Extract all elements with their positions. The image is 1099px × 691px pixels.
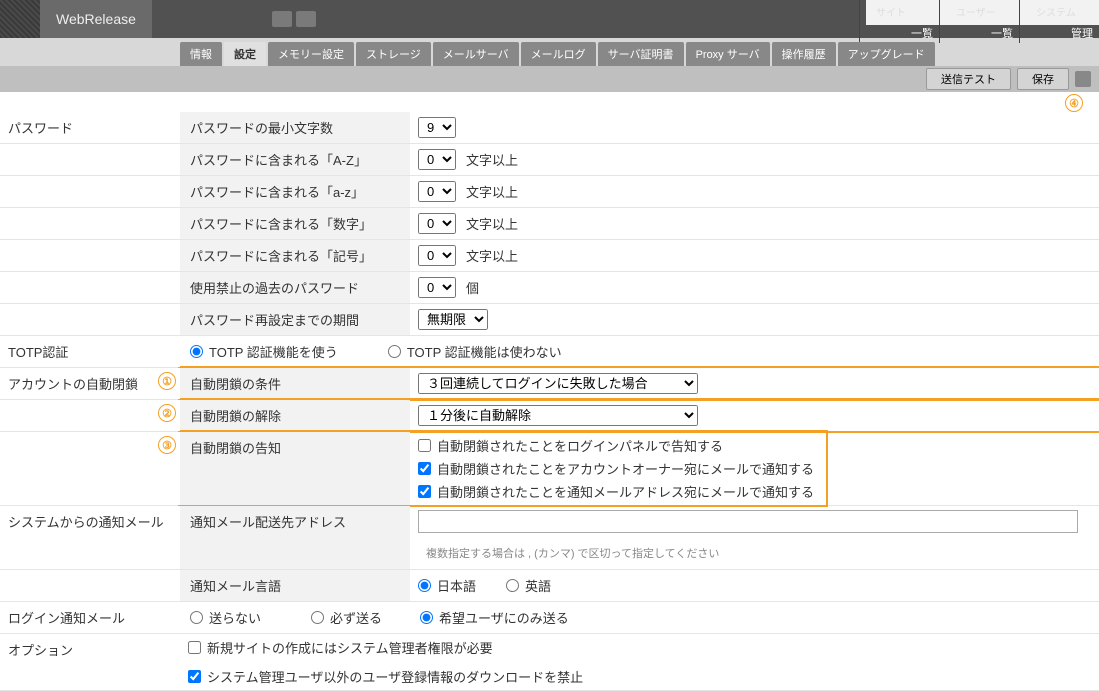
section-sysmail: システムからの通知メール (0, 506, 180, 569)
send-test-button[interactable]: 送信テスト (926, 68, 1011, 90)
tab-5[interactable]: メールログ (521, 42, 596, 66)
top-right: サイト 一覧 ユーザー 一覧 システム 管理 (859, 0, 1099, 43)
check-notify-panel[interactable]: 自動閉鎖されたことをログインパネルで告知する (418, 436, 814, 455)
radio-login-pref[interactable]: 希望ユーザにのみ送る (420, 608, 569, 627)
topmenu-site[interactable]: サイト 一覧 (859, 0, 939, 43)
label-lock-notify: 自動閉鎖の告知 (180, 432, 410, 505)
logo-icon (0, 0, 40, 38)
marker-4: ④ (1065, 94, 1083, 112)
save-icon[interactable] (1075, 71, 1091, 87)
save-button[interactable]: 保存 (1017, 68, 1069, 90)
select-upper[interactable]: 0 (418, 149, 456, 170)
tab-9[interactable]: アップグレード (838, 42, 935, 66)
section-password: パスワード (0, 112, 180, 143)
topmenu-site-link[interactable]: 一覧 (866, 25, 933, 41)
nav-back-icon[interactable] (272, 11, 292, 27)
tab-4[interactable]: メールサーバ (433, 42, 519, 66)
suffix-chars: 文字以上 (466, 150, 518, 169)
check-opt1[interactable]: 新規サイトの作成にはシステム管理者権限が必要 (188, 638, 493, 657)
radio-login-always[interactable]: 必ず送る (311, 608, 382, 627)
select-reset[interactable]: 無期限 (418, 309, 488, 330)
brand: WebRelease (40, 0, 152, 38)
check-opt2[interactable]: システム管理ユーザ以外のユーザ登録情報のダウンロードを禁止 (188, 667, 583, 686)
label-lower: パスワードに含まれる「a-z」 (180, 176, 410, 207)
toolbar: 送信テスト 保存 (0, 66, 1099, 92)
label-sysmail-addr: 通知メール配送先アドレス (180, 506, 410, 569)
tab-1[interactable]: 設定 (224, 42, 266, 66)
topmenu-system-label: システム (1026, 0, 1099, 25)
select-lock-unlock[interactable]: １分後に自動解除 (418, 405, 698, 426)
label-lock-unlock: 自動閉鎖の解除 (180, 400, 410, 431)
topmenu-user[interactable]: ユーザー 一覧 (939, 0, 1019, 43)
input-sysmail-addr[interactable] (418, 510, 1078, 533)
label-reset: パスワード再設定までの期間 (180, 304, 410, 335)
select-lower[interactable]: 0 (418, 181, 456, 202)
marker-3: ③ (158, 436, 176, 454)
check-notify-addr[interactable]: 自動閉鎖されたことを通知メールアドレス宛にメールで通知する (418, 482, 814, 501)
hint-sysmail: 複数指定する場合は , (カンマ) で区切って指定してください (418, 543, 727, 565)
radio-lang-ja[interactable]: 日本語 (418, 576, 476, 595)
marker-1: ① (158, 372, 176, 390)
label-sysmail-lang: 通知メール言語 (180, 570, 410, 601)
label-digit: パスワードに含まれる「数字」 (180, 208, 410, 239)
section-totp: TOTP認証 (0, 336, 180, 367)
select-digit[interactable]: 0 (418, 213, 456, 234)
tab-2[interactable]: メモリー設定 (268, 42, 354, 66)
label-upper: パスワードに含まれる「A-Z」 (180, 144, 410, 175)
radio-login-none[interactable]: 送らない (190, 608, 261, 627)
topmenu-user-link[interactable]: 一覧 (946, 25, 1013, 41)
tab-7[interactable]: Proxy サーバ (686, 42, 770, 66)
label-symbol: パスワードに含まれる「記号」 (180, 240, 410, 271)
check-notify-owner[interactable]: 自動閉鎖されたことをアカウントオーナー宛にメールで通知する (418, 459, 814, 478)
select-history[interactable]: 0 (418, 277, 456, 298)
topbar: WebRelease サイト 一覧 ユーザー 一覧 システム 管理 (0, 0, 1099, 38)
totp-nouse[interactable]: TOTP 認証機能は使わない (388, 342, 562, 361)
totp-use[interactable]: TOTP 認証機能を使う (190, 342, 338, 361)
tab-3[interactable]: ストレージ (356, 42, 431, 66)
label-min-len: パスワードの最小文字数 (180, 112, 410, 143)
label-lock-cond: 自動閉鎖の条件 (180, 368, 410, 399)
select-lock-cond[interactable]: ３回連続してログインに失敗した場合 (418, 373, 698, 394)
tab-8[interactable]: 操作履歴 (772, 42, 836, 66)
radio-lang-en[interactable]: 英語 (506, 576, 551, 595)
content: パスワード パスワードの最小文字数 9 パスワードに含まれる「A-Z」 0 文字以… (0, 112, 1099, 691)
tab-0[interactable]: 情報 (180, 42, 222, 66)
select-symbol[interactable]: 0 (418, 245, 456, 266)
label-history: 使用禁止の過去のパスワード (180, 272, 410, 303)
topmenu-system-link[interactable]: 管理 (1026, 25, 1093, 41)
marker-2: ② (158, 404, 176, 422)
section-loginmail: ログイン通知メール (0, 602, 180, 633)
help-icon[interactable] (296, 11, 316, 27)
section-lockout: アカウントの自動閉鎖 ① (0, 368, 180, 399)
select-min-len[interactable]: 9 (418, 117, 456, 138)
tab-row: 情報設定メモリー設定ストレージメールサーバメールログサーバ証明書Proxy サー… (0, 38, 1099, 66)
tab-6[interactable]: サーバ証明書 (598, 42, 684, 66)
topmenu-system[interactable]: システム 管理 (1019, 0, 1099, 43)
section-options: オプション (0, 634, 180, 690)
top-icons (272, 11, 316, 27)
